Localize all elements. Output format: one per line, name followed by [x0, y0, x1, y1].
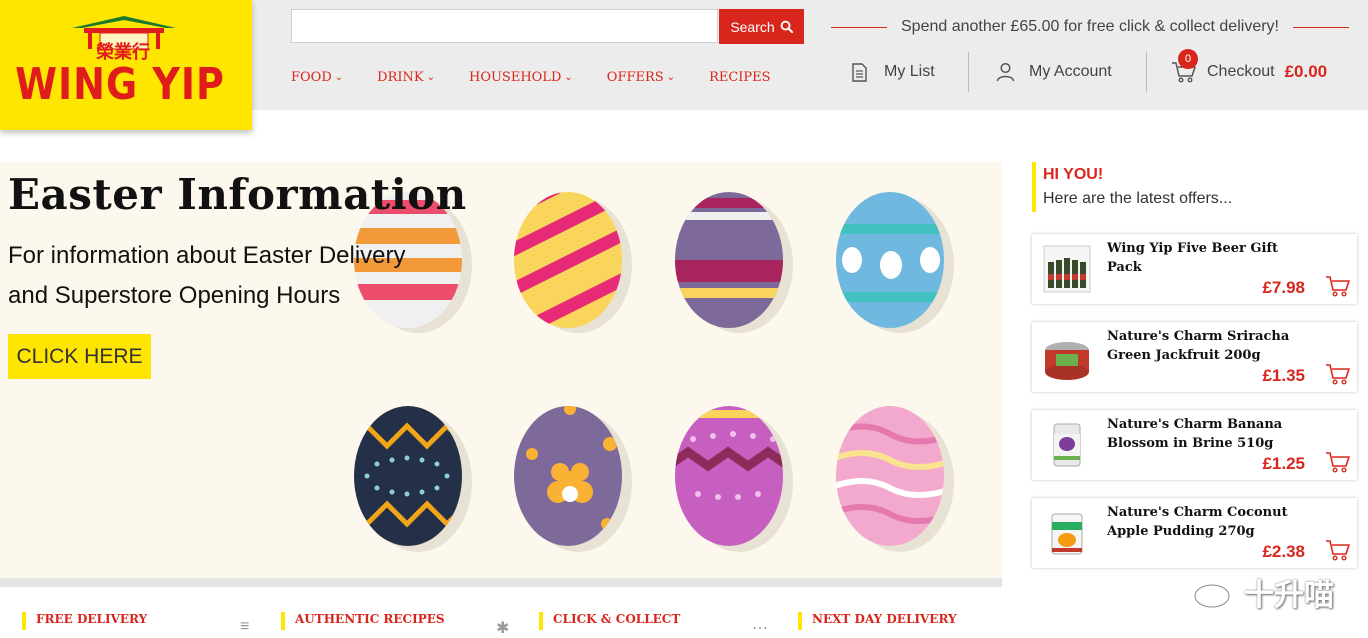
nav-food-label: FOOD	[291, 70, 332, 85]
site-header: 榮業行 WING YIP Search Spend another £65.00…	[0, 0, 1368, 130]
my-list-link[interactable]: My List	[851, 52, 935, 92]
offer-product-name[interactable]: Nature's Charm Banana Blossom in Brine 5…	[1107, 415, 1307, 453]
nav-household[interactable]: HOUSEHOLD ⌄	[469, 70, 573, 85]
nav-recipes[interactable]: RECIPES	[709, 70, 771, 85]
easter-egg-image	[354, 406, 472, 552]
watermark-text: 十升喵	[1244, 579, 1334, 612]
checkout-amount: £0.00	[1284, 62, 1328, 81]
my-account-label: My Account	[1029, 63, 1112, 80]
feature-next-day-delivery: NEXT DAY DELIVERY	[798, 612, 957, 630]
nav-recipes-label: RECIPES	[709, 70, 771, 85]
greeting-heading: HI YOU!	[1043, 166, 1104, 183]
wing-yip-logo[interactable]: 榮業行 WING YIP	[0, 0, 252, 130]
add-to-cart-icon[interactable]	[1325, 450, 1351, 474]
chevron-down-icon: ⌄	[426, 72, 435, 83]
hero-divider	[0, 578, 1002, 587]
weibo-icon	[1193, 578, 1236, 609]
watermark: 十升喵	[1192, 570, 1334, 614]
nav-drink[interactable]: DRINK ⌄	[377, 70, 435, 85]
easter-egg-image	[514, 406, 632, 552]
nav-household-label: HOUSEHOLD	[468, 70, 562, 85]
promo-divider-left	[831, 26, 887, 28]
cart-count-badge: 0	[1178, 49, 1198, 69]
search-button[interactable]: Search	[719, 9, 804, 44]
offer-product-name[interactable]: Nature's Charm Coconut Apple Pudding 270…	[1107, 503, 1307, 541]
easter-egg-image	[836, 406, 954, 552]
offer-price: £1.25	[1262, 454, 1305, 473]
util-divider	[968, 52, 969, 92]
feature-label: FREE DELIVERY	[36, 612, 148, 626]
my-account-link[interactable]: My Account	[996, 52, 1112, 92]
user-icon	[996, 62, 1015, 82]
util-divider	[1146, 52, 1147, 92]
click-here-button[interactable]: CLICK HERE	[8, 334, 151, 379]
greeting-block: HI YOU! Here are the latest offers...	[1032, 162, 1232, 212]
delivery-truck-icon: ≡	[240, 618, 250, 635]
search-input[interactable]	[291, 9, 718, 43]
main-nav: FOOD ⌄ DRINK ⌄ HOUSEHOLD ⌄ OFFERS ⌄ RECI…	[291, 70, 805, 85]
nav-drink-label: DRINK	[377, 70, 424, 85]
recipe-icon: ✱	[496, 620, 510, 637]
add-to-cart-icon[interactable]	[1325, 538, 1351, 562]
offer-price: £1.35	[1262, 366, 1305, 385]
feature-click-collect: CLICK & COLLECT	[539, 612, 680, 630]
feature-accent-bar	[22, 612, 26, 630]
jackfruit-tin-image	[1045, 342, 1089, 380]
offer-card[interactable]: Nature's Charm Sriracha Green Jackfruit …	[1032, 322, 1357, 392]
greeting-subtext: Here are the latest offers...	[1043, 190, 1233, 207]
feature-label: CLICK & COLLECT	[553, 612, 681, 626]
easter-egg-image	[514, 192, 632, 333]
easter-egg-image	[675, 192, 793, 333]
coconut-pudding-can-image	[1051, 513, 1083, 555]
add-to-cart-icon[interactable]	[1325, 362, 1351, 386]
beer-gift-pack-image	[1043, 245, 1091, 293]
chevron-down-icon: ⌄	[666, 72, 676, 83]
my-list-label: My List	[884, 63, 935, 80]
feature-accent-bar	[798, 612, 802, 630]
offer-price: £2.38	[1262, 542, 1305, 561]
feature-authentic-recipes: AUTHENTIC RECIPES	[281, 612, 445, 630]
clock-icon: ⋯	[752, 620, 768, 637]
offer-card[interactable]: Nature's Charm Coconut Apple Pudding 270…	[1032, 498, 1357, 568]
list-icon	[852, 62, 867, 82]
free-delivery-promo: Spend another £65.00 for free click & co…	[830, 16, 1350, 38]
search-button-label: Search	[730, 18, 775, 35]
offer-product-name[interactable]: Wing Yip Five Beer Gift Pack	[1107, 239, 1307, 277]
add-to-cart-icon[interactable]	[1325, 274, 1351, 298]
nav-food[interactable]: FOOD ⌄	[291, 70, 343, 85]
feature-label: NEXT DAY DELIVERY	[812, 612, 957, 626]
chevron-down-icon: ⌄	[564, 72, 573, 83]
promo-divider-right	[1292, 26, 1349, 28]
hero-title: Easter Information	[8, 170, 467, 219]
offer-card[interactable]: Nature's Charm Banana Blossom in Brine 5…	[1032, 410, 1357, 480]
easter-egg-image	[836, 192, 954, 333]
offer-product-name[interactable]: Nature's Charm Sriracha Green Jackfruit …	[1107, 327, 1307, 365]
offer-card[interactable]: Wing Yip Five Beer Gift Pack £7.98	[1032, 234, 1357, 304]
feature-accent-bar	[281, 612, 285, 630]
hero-subtitle: For information about Easter Delivery an…	[8, 242, 406, 309]
search-icon	[780, 20, 793, 33]
nav-offers-label: OFFERS	[606, 70, 664, 85]
nav-offers[interactable]: OFFERS ⌄	[607, 70, 675, 85]
banana-blossom-can-image	[1053, 423, 1081, 467]
feature-accent-bar	[539, 612, 543, 630]
offer-price: £7.98	[1262, 278, 1305, 297]
logo-text: WING YIP	[15, 58, 225, 110]
easter-hero-banner[interactable]: Easter Information For information about…	[0, 162, 1002, 578]
easter-egg-image	[675, 406, 793, 552]
promo-text: Spend another £65.00 for free click & co…	[901, 18, 1279, 35]
feature-label: AUTHENTIC RECIPES	[295, 612, 445, 626]
checkout-label: Checkout	[1207, 63, 1275, 80]
chevron-down-icon: ⌄	[334, 72, 344, 83]
feature-free-delivery: FREE DELIVERY	[22, 612, 147, 630]
